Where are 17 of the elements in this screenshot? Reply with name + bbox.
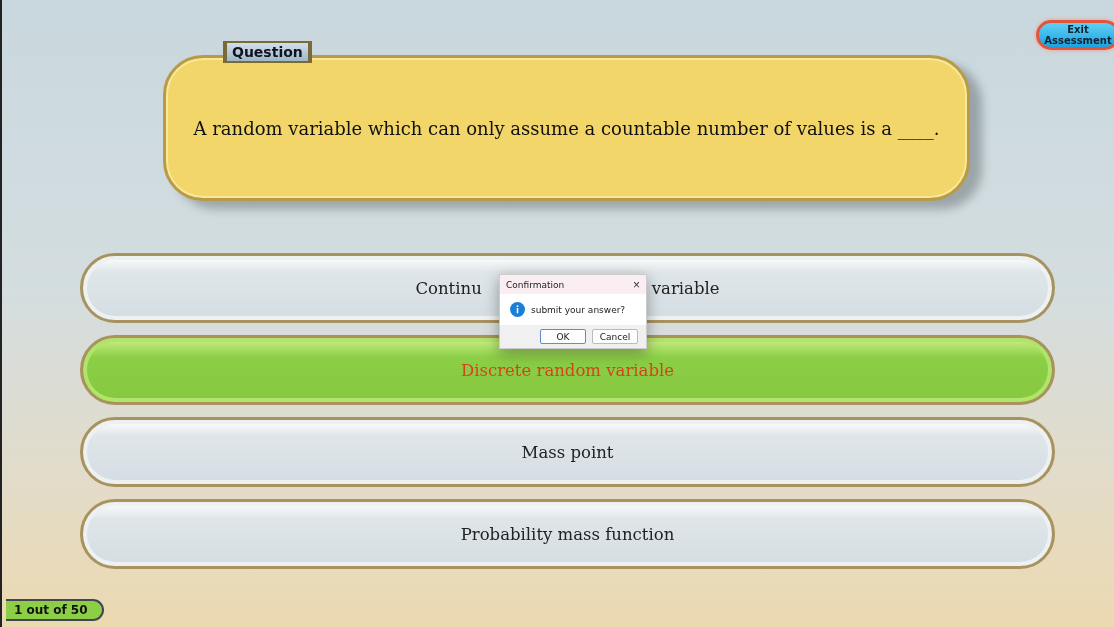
exit-assessment-button[interactable]: Exit Assessment [1036,20,1114,50]
close-button[interactable]: × [633,278,640,291]
option-text: variable [651,278,720,298]
option-text: Continu [415,278,482,298]
option-text: Discrete random variable [461,360,674,380]
dialog-button[interactable]: Cancel [592,329,638,344]
answer-option[interactable]: Mass point [80,417,1055,487]
question-label: Question [223,41,312,63]
dialog-message: submit your answer? [531,304,626,315]
question-text: A random variable which can only assume a countable number of values is a ____. [193,116,940,142]
progress-counter: 1 out of 50 [6,599,104,621]
answer-option[interactable]: Probability mass function [80,499,1055,569]
dialog-button[interactable]: OK [540,329,586,344]
dialog-title: Confirmation [506,279,565,290]
option-text: Probability mass function [460,524,675,544]
info-icon [510,302,525,317]
option-text: Mass point [521,442,614,462]
